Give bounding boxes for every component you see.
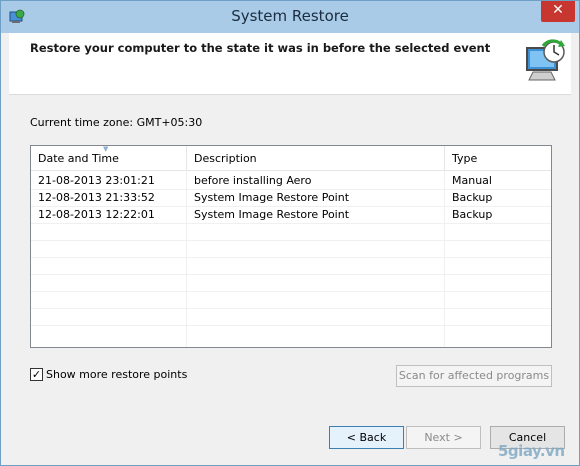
back-button[interactable]: < Back xyxy=(329,426,404,449)
window-title: System Restore xyxy=(231,7,349,25)
column-header-type-label: Type xyxy=(452,152,478,165)
column-header-description-label: Description xyxy=(194,152,257,165)
watermark: 5giay.vn xyxy=(498,442,565,460)
row-date: 12-08-2013 21:33:52 xyxy=(38,191,155,204)
row-divider xyxy=(31,308,551,309)
scan-affected-programs-button[interactable]: Scan for affected programs xyxy=(396,365,552,387)
row-divider xyxy=(31,274,551,275)
checkmark-icon: ✓ xyxy=(31,368,42,381)
row-divider xyxy=(31,291,551,292)
sort-ascending-icon: ▼ xyxy=(103,145,109,153)
table-row[interactable]: 12-08-2013 12:22:01 System Image Restore… xyxy=(31,206,551,223)
next-button[interactable]: Next > xyxy=(406,426,481,449)
row-type: Backup xyxy=(452,191,493,204)
row-type: Manual xyxy=(452,174,492,187)
row-type: Backup xyxy=(452,208,493,221)
system-restore-icon xyxy=(526,39,565,81)
title-bar[interactable]: System Restore ✕ xyxy=(1,1,579,33)
list-header: ▼ Date and Time Description Type xyxy=(31,145,551,171)
system-restore-window: System Restore ✕ Restore your computer t… xyxy=(0,0,580,466)
row-description: System Image Restore Point xyxy=(194,191,350,204)
row-date: 12-08-2013 12:22:01 xyxy=(38,208,155,221)
table-row[interactable]: 12-08-2013 21:33:52 System Image Restore… xyxy=(31,189,551,206)
show-more-checkbox[interactable]: ✓ xyxy=(30,368,43,381)
footer-divider xyxy=(9,415,571,416)
row-description: System Image Restore Point xyxy=(194,208,350,221)
row-divider xyxy=(31,223,551,224)
column-header-date[interactable]: ▼ Date and Time xyxy=(31,145,187,171)
content-area: Current time zone: GMT+05:30 ▼ Date and … xyxy=(9,95,571,415)
row-description: before installing Aero xyxy=(194,174,312,187)
row-divider xyxy=(31,325,551,326)
column-header-type[interactable]: Type xyxy=(445,146,551,171)
timezone-label: Current time zone: GMT+05:30 xyxy=(30,116,203,129)
show-more-label: Show more restore points xyxy=(46,368,188,381)
header-instruction: Restore your computer to the state it wa… xyxy=(30,41,491,55)
close-button[interactable]: ✕ xyxy=(541,1,575,22)
column-header-date-label: Date and Time xyxy=(38,152,119,165)
row-divider xyxy=(31,257,551,258)
restore-points-list[interactable]: ▼ Date and Time Description Type 21-08-2… xyxy=(30,145,552,348)
column-header-description[interactable]: Description xyxy=(187,146,445,171)
table-row[interactable]: 21-08-2013 23:01:21 before installing Ae… xyxy=(31,172,551,189)
row-divider xyxy=(31,240,551,241)
row-date: 21-08-2013 23:01:21 xyxy=(38,174,155,187)
header-panel: Restore your computer to the state it wa… xyxy=(9,33,571,95)
close-icon: ✕ xyxy=(552,2,564,18)
